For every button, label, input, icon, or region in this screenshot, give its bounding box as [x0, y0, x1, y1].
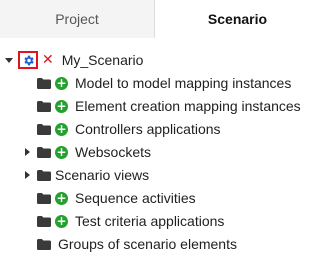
- tree-item-label: Scenario views: [55, 167, 150, 183]
- tree-item-label: Test criteria applications: [75, 213, 225, 229]
- folder-icon: [37, 77, 51, 89]
- tree-item[interactable]: Scenario views: [25, 164, 149, 186]
- folder-icon: [37, 215, 51, 227]
- tab-scenario-label: Scenario: [207, 10, 268, 27]
- tree-root-row[interactable]: ✕ My_Scenario: [5, 49, 143, 71]
- folder-icon: [37, 169, 51, 181]
- tree-item-label: Websockets: [75, 144, 151, 160]
- add-icon[interactable]: +: [55, 76, 68, 90]
- tab-project[interactable]: Project: [0, 0, 155, 38]
- tab-project-label: Project: [55, 11, 99, 27]
- add-icon[interactable]: +: [55, 191, 68, 205]
- tree-item[interactable]: + Sequence activities: [37, 187, 196, 209]
- gear-icon[interactable]: [18, 51, 38, 69]
- tab-bar: Project Scenario: [0, 0, 320, 38]
- add-icon[interactable]: +: [55, 122, 68, 136]
- tree-item-label: Element creation mapping instances: [75, 98, 301, 114]
- folder-icon: [37, 100, 51, 112]
- folder-icon: [37, 123, 51, 135]
- tree-item[interactable]: + Element creation mapping instances: [37, 95, 301, 117]
- tree-item[interactable]: + Test criteria applications: [37, 210, 224, 232]
- tree-item[interactable]: Groups of scenario elements: [37, 233, 237, 255]
- tree-item-label: Model to model mapping instances: [75, 75, 292, 91]
- tree-item[interactable]: + Websockets: [25, 141, 151, 163]
- caret-down-icon[interactable]: [5, 57, 13, 63]
- add-icon[interactable]: +: [55, 99, 68, 113]
- tree-root-label: My_Scenario: [61, 52, 144, 68]
- tree-item[interactable]: + Controllers applications: [37, 118, 221, 140]
- close-icon[interactable]: ✕: [42, 52, 54, 68]
- caret-right-icon[interactable]: [25, 171, 30, 179]
- folder-icon: [37, 146, 51, 158]
- tree-item[interactable]: + Model to model mapping instances: [37, 72, 291, 94]
- tree-item-label: Groups of scenario elements: [58, 236, 237, 252]
- add-icon[interactable]: +: [55, 214, 68, 228]
- tab-scenario[interactable]: Scenario: [155, 0, 320, 38]
- folder-icon: [37, 238, 51, 250]
- folder-icon: [37, 192, 51, 204]
- tree-item-label: Sequence activities: [75, 190, 196, 206]
- caret-right-icon[interactable]: [25, 148, 30, 156]
- tree-item-label: Controllers applications: [75, 121, 221, 137]
- add-icon[interactable]: +: [55, 145, 68, 159]
